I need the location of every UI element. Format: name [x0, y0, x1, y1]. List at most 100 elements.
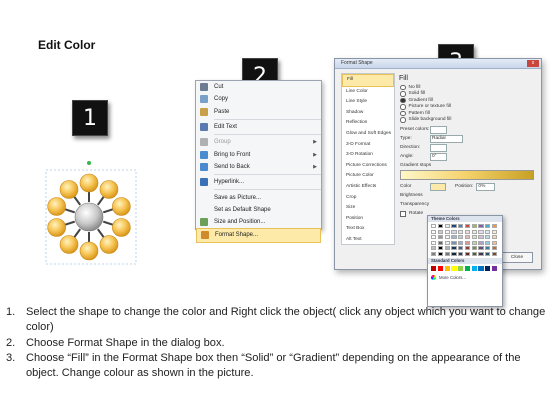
menu-item-set-as-default-shape[interactable]: Set as Default Shape: [196, 204, 321, 216]
field-input[interactable]: Radial: [430, 134, 463, 143]
color-picker-button[interactable]: [430, 182, 446, 191]
color-swatch[interactable]: [458, 224, 464, 228]
menu-item-paste[interactable]: Paste: [196, 106, 321, 118]
color-swatch[interactable]: [492, 251, 498, 256]
color-swatch[interactable]: [478, 240, 484, 245]
color-swatch[interactable]: [492, 229, 498, 234]
radio-icon[interactable]: [400, 84, 406, 90]
color-swatch[interactable]: [478, 235, 484, 240]
color-swatch[interactable]: [437, 229, 443, 234]
color-swatch[interactable]: [444, 235, 450, 240]
color-swatch[interactable]: [478, 246, 484, 251]
color-swatch[interactable]: [431, 240, 437, 245]
color-swatch[interactable]: [478, 224, 484, 228]
color-swatch[interactable]: [471, 246, 477, 251]
color-swatch[interactable]: [458, 246, 464, 251]
sidebar-item-line-style[interactable]: Line Style: [342, 97, 394, 108]
color-swatch[interactable]: [431, 246, 437, 251]
color-swatch[interactable]: [458, 251, 464, 256]
color-swatch[interactable]: [431, 235, 437, 240]
color-swatch[interactable]: [471, 224, 477, 228]
sidebar-item-picture-color[interactable]: Picture Color: [342, 171, 394, 182]
sidebar-item-text-box[interactable]: Text Box: [342, 224, 394, 235]
color-swatch[interactable]: [451, 224, 457, 228]
color-swatch[interactable]: [485, 265, 491, 271]
sidebar-item-3-d-rotation[interactable]: 3-D Rotation: [342, 150, 394, 161]
color-swatch[interactable]: [431, 224, 437, 228]
sidebar-item-position[interactable]: Position: [342, 214, 394, 225]
color-swatch[interactable]: [485, 240, 491, 245]
color-swatch[interactable]: [485, 235, 491, 240]
color-swatch[interactable]: [464, 240, 471, 245]
color-swatch[interactable]: [492, 235, 498, 240]
color-swatch[interactable]: [458, 235, 464, 240]
color-swatch[interactable]: [431, 265, 437, 271]
color-swatch[interactable]: [464, 265, 471, 271]
color-swatch[interactable]: [451, 235, 457, 240]
color-swatch[interactable]: [471, 265, 477, 271]
fill-option[interactable]: Slide background fill: [400, 117, 537, 124]
more-colors-link[interactable]: More Colors...: [439, 275, 466, 280]
close-icon[interactable]: x: [527, 60, 539, 67]
color-swatch[interactable]: [478, 265, 484, 271]
radio-icon[interactable]: [400, 97, 406, 103]
selected-circle-diagram[interactable]: [40, 160, 140, 272]
color-swatch[interactable]: [437, 246, 443, 251]
menu-item-edit-text[interactable]: Edit Text: [196, 121, 321, 133]
color-swatch[interactable]: [437, 235, 443, 240]
menu-item-send-to-back[interactable]: Send to Back ▶: [196, 161, 321, 173]
field-input[interactable]: [430, 125, 447, 134]
color-swatch[interactable]: [492, 246, 498, 251]
sidebar-item-crop[interactable]: Crop: [342, 193, 394, 204]
color-swatch[interactable]: [471, 235, 477, 240]
radio-icon[interactable]: [400, 117, 406, 123]
radio-icon[interactable]: [400, 110, 406, 116]
color-swatch[interactable]: [444, 224, 450, 228]
color-swatch[interactable]: [437, 224, 443, 228]
color-swatch[interactable]: [464, 246, 471, 251]
sidebar-item-artistic-effects[interactable]: Artistic Effects: [342, 182, 394, 193]
color-swatch[interactable]: [444, 229, 450, 234]
color-swatch[interactable]: [471, 229, 477, 234]
radio-icon[interactable]: [400, 91, 406, 97]
color-swatch[interactable]: [437, 265, 443, 271]
color-swatch[interactable]: [451, 251, 457, 256]
sidebar-item-reflection[interactable]: Reflection: [342, 118, 394, 129]
color-swatch[interactable]: [451, 240, 457, 245]
field-input[interactable]: [430, 143, 447, 152]
color-swatch[interactable]: [464, 229, 471, 234]
menu-item-bring-to-front[interactable]: Bring to Front ▶: [196, 148, 321, 160]
menu-item-format-shape[interactable]: Format Shape...: [196, 228, 321, 243]
color-swatch[interactable]: [478, 229, 484, 234]
field-input[interactable]: 0°: [430, 152, 447, 161]
color-swatch[interactable]: [437, 251, 443, 256]
color-swatch[interactable]: [451, 246, 457, 251]
color-swatch[interactable]: [492, 265, 498, 271]
color-swatch[interactable]: [437, 240, 443, 245]
color-swatch[interactable]: [431, 251, 437, 256]
color-swatch[interactable]: [431, 229, 437, 234]
menu-item-copy[interactable]: Copy: [196, 93, 321, 105]
color-swatch[interactable]: [458, 240, 464, 245]
color-swatch[interactable]: [464, 224, 471, 228]
color-swatch[interactable]: [451, 265, 457, 271]
color-swatch[interactable]: [464, 235, 471, 240]
menu-item-group[interactable]: Group ▶: [196, 136, 321, 148]
color-swatch[interactable]: [464, 251, 471, 256]
color-swatch[interactable]: [451, 229, 457, 234]
color-swatch[interactable]: [444, 240, 450, 245]
color-swatch[interactable]: [492, 224, 498, 228]
color-swatch[interactable]: [444, 246, 450, 251]
color-swatch[interactable]: [492, 240, 498, 245]
gradient-stops-bar[interactable]: [400, 170, 534, 180]
menu-item-hyperlink[interactable]: Hyperlink...: [196, 176, 321, 188]
color-swatch[interactable]: [485, 224, 491, 228]
color-swatch[interactable]: [471, 240, 477, 245]
sidebar-item-line-color[interactable]: Line Color: [342, 87, 394, 98]
position-field[interactable]: 0%: [476, 182, 496, 191]
color-swatch[interactable]: [458, 265, 464, 271]
rotate-checkbox[interactable]: [400, 210, 406, 217]
sidebar-item-fill[interactable]: Fill: [342, 74, 394, 87]
menu-item-save-as-picture[interactable]: Save as Picture...: [196, 191, 321, 203]
sidebar-item-alt-text[interactable]: Alt Text: [342, 235, 394, 246]
